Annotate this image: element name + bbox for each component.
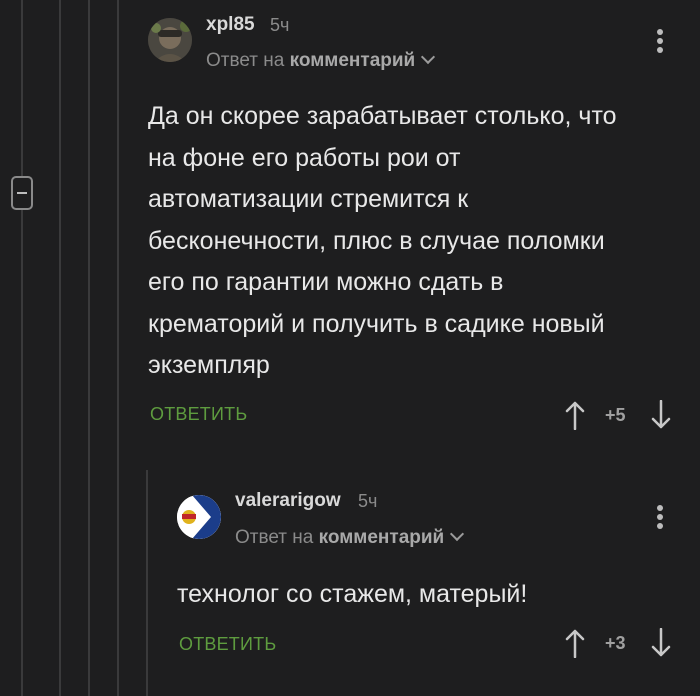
username[interactable]: valerarigow [235,490,341,512]
comment-body: Да он скорее зарабатывает столько, что н… [148,102,617,379]
username[interactable]: xpl85 [206,14,255,36]
timestamp: 5ч [270,15,290,35]
user-photo-icon [148,18,192,62]
comment-body: технолог со стажем, матерый! [177,580,528,608]
more-vertical-icon[interactable] [657,505,663,532]
timestamp: 5ч [358,491,378,511]
comment: xpl85 5ч Ответ на комментарий Да он скор… [0,0,700,460]
rating: +3 [605,633,626,653]
comment: valerarigow 5ч Ответ на комментарий техн… [0,470,700,696]
arrow-down-icon[interactable] [651,400,671,430]
reply-to-target: комментарий [289,50,416,71]
reply-button[interactable]: ОТВЕТИТЬ [150,404,247,425]
avatar[interactable] [177,495,221,539]
reply-to-prefix: Ответ на [206,50,285,71]
reply-to-target: комментарий [318,527,445,548]
arrow-down-icon[interactable] [651,628,671,658]
rating: +5 [605,405,626,425]
reply-to-link[interactable]: Ответ на комментарий [206,49,436,72]
chevron-down-icon [450,526,465,542]
chevron-down-icon [421,49,436,65]
reply-button[interactable]: ОТВЕТИТЬ [179,634,276,655]
reply-to-link[interactable]: Ответ на комментарий [235,526,465,549]
arrow-up-icon[interactable] [565,628,585,658]
arrow-up-icon[interactable] [565,400,585,430]
avatar[interactable] [148,18,192,62]
logo-avatar-icon [177,495,221,539]
reply-to-prefix: Ответ на [235,527,314,548]
more-vertical-icon[interactable] [657,29,663,56]
